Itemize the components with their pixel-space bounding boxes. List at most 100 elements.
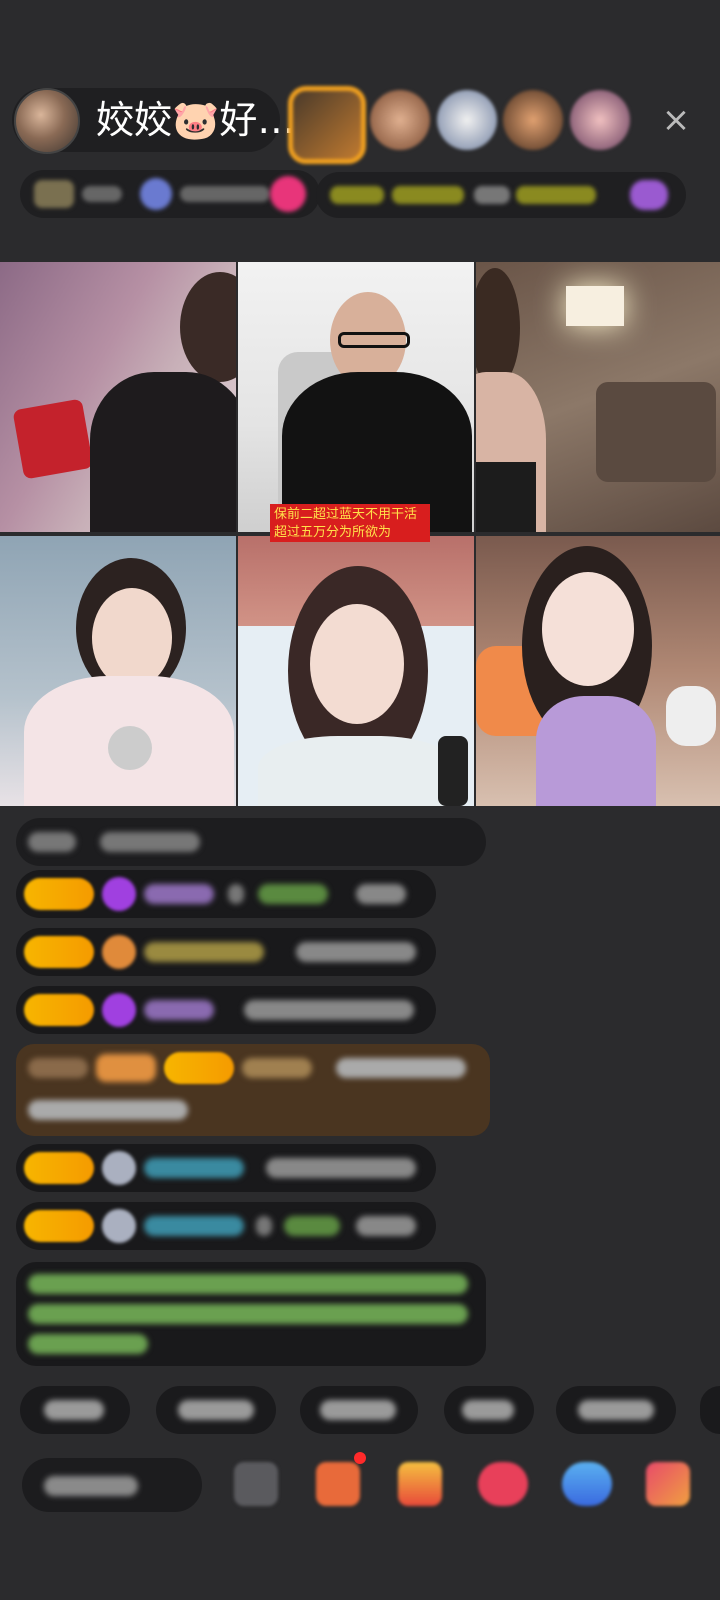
- fan-icon: [102, 1151, 136, 1185]
- username[interactable]: [144, 1158, 244, 1178]
- level-badge: [24, 936, 94, 968]
- viewer-avatar-3[interactable]: [437, 90, 497, 150]
- blurred-text: [578, 1400, 654, 1420]
- diamond-icon: [102, 993, 136, 1027]
- message-text: [356, 1216, 416, 1236]
- medal-icon: [102, 935, 136, 969]
- message-text: [266, 1158, 416, 1178]
- system-text: [28, 1334, 148, 1354]
- dress: [476, 462, 536, 532]
- blurred-text: [228, 884, 244, 904]
- viewer-avatar-2[interactable]: [370, 90, 430, 150]
- overlay-banner: 保前二超过蓝天不用干活 超过五万分为所欲为: [270, 504, 430, 542]
- username[interactable]: [258, 884, 328, 904]
- quick-reply-6[interactable]: [700, 1386, 720, 1434]
- viewer-avatar-5[interactable]: [570, 90, 630, 150]
- blurred-text: [256, 1216, 272, 1236]
- blurred-text: [474, 186, 510, 204]
- blurred-text: [462, 1400, 514, 1420]
- message-text: [296, 942, 416, 962]
- fan-icon: [102, 1209, 136, 1243]
- activity-pill[interactable]: [316, 172, 686, 218]
- gift-icon[interactable]: [270, 176, 306, 212]
- diamond-icon: [102, 877, 136, 911]
- rank-icon: [34, 180, 74, 208]
- message-text: [28, 1100, 188, 1120]
- overlay-line-2: 超过五万分为所欲为: [274, 525, 392, 540]
- host-name[interactable]: 姣姣🐷好…: [96, 96, 295, 144]
- quick-reply-3[interactable]: [300, 1386, 418, 1434]
- blurred-text: [180, 186, 270, 202]
- video-tile-6[interactable]: [476, 536, 720, 806]
- username[interactable]: [144, 942, 264, 962]
- chat-message[interactable]: [16, 870, 436, 918]
- blurred-text: [330, 186, 384, 204]
- shop-icon[interactable]: [316, 1462, 360, 1506]
- quick-reply-2[interactable]: [156, 1386, 276, 1434]
- system-text: [28, 1304, 468, 1324]
- medal-icon: [140, 178, 172, 210]
- sofa: [596, 382, 716, 482]
- host-avatar[interactable]: [14, 88, 80, 154]
- video-tile-1[interactable]: [0, 262, 236, 532]
- ring-light: [566, 286, 624, 326]
- level-badge: [24, 994, 94, 1026]
- level-badge: [164, 1052, 234, 1084]
- emoji-icon[interactable]: [234, 1462, 278, 1506]
- microphone: [108, 726, 152, 770]
- level-badge: [24, 1152, 94, 1184]
- blurred-text: [44, 1400, 104, 1420]
- video-tile-5[interactable]: [238, 536, 474, 806]
- plush-toy: [666, 686, 716, 746]
- blurred-text: [392, 186, 464, 204]
- overlay-line-1: 保前二超过蓝天不用干活: [274, 507, 418, 522]
- chat-message[interactable]: [16, 1202, 436, 1250]
- video-tile-3[interactable]: [476, 262, 720, 532]
- quick-reply-4[interactable]: [444, 1386, 534, 1434]
- blurred-text: [28, 832, 76, 852]
- viewer-avatar-4[interactable]: [503, 90, 563, 150]
- chat-message[interactable]: [16, 1144, 436, 1192]
- message-text: [356, 884, 406, 904]
- message-text: [244, 1000, 414, 1020]
- level-badge: [24, 878, 94, 910]
- quick-reply-1[interactable]: [20, 1386, 130, 1434]
- chat-message[interactable]: [16, 818, 486, 866]
- system-text: [28, 1274, 468, 1294]
- activity-icon[interactable]: [630, 180, 668, 210]
- input-placeholder: [44, 1476, 138, 1496]
- viewer-avatar-1[interactable]: [288, 86, 366, 164]
- gift-message[interactable]: [16, 1044, 490, 1136]
- chat-message[interactable]: [16, 928, 436, 976]
- video-tile-4[interactable]: [0, 536, 236, 806]
- blurred-text: [516, 186, 596, 204]
- notification-dot: [354, 1452, 366, 1464]
- share-icon[interactable]: [562, 1462, 612, 1506]
- username[interactable]: [144, 1216, 244, 1236]
- username[interactable]: [144, 884, 214, 904]
- blurred-text: [178, 1400, 254, 1420]
- username[interactable]: [242, 1058, 312, 1078]
- system-message: [16, 1262, 486, 1366]
- close-icon[interactable]: ×: [656, 100, 696, 140]
- video-tile-2[interactable]: [238, 262, 474, 532]
- pillow: [12, 398, 94, 480]
- blurred-text: [82, 186, 122, 202]
- quick-reply-5[interactable]: [556, 1386, 676, 1434]
- microphone: [438, 736, 468, 806]
- message-text: [336, 1058, 466, 1078]
- chat-input[interactable]: [22, 1458, 202, 1512]
- level-badge: [24, 1210, 94, 1242]
- username[interactable]: [144, 1000, 214, 1020]
- glasses: [338, 332, 410, 348]
- username[interactable]: [284, 1216, 340, 1236]
- gift-box-icon[interactable]: [398, 1462, 442, 1506]
- gift-icon: [96, 1054, 156, 1082]
- blurred-text: [28, 1058, 88, 1078]
- chat-message[interactable]: [16, 986, 436, 1034]
- more-icon[interactable]: [646, 1462, 690, 1506]
- room-info-pill[interactable]: [20, 170, 320, 218]
- blurred-text: [100, 832, 200, 852]
- games-icon[interactable]: [478, 1462, 528, 1506]
- blurred-text: [320, 1400, 396, 1420]
